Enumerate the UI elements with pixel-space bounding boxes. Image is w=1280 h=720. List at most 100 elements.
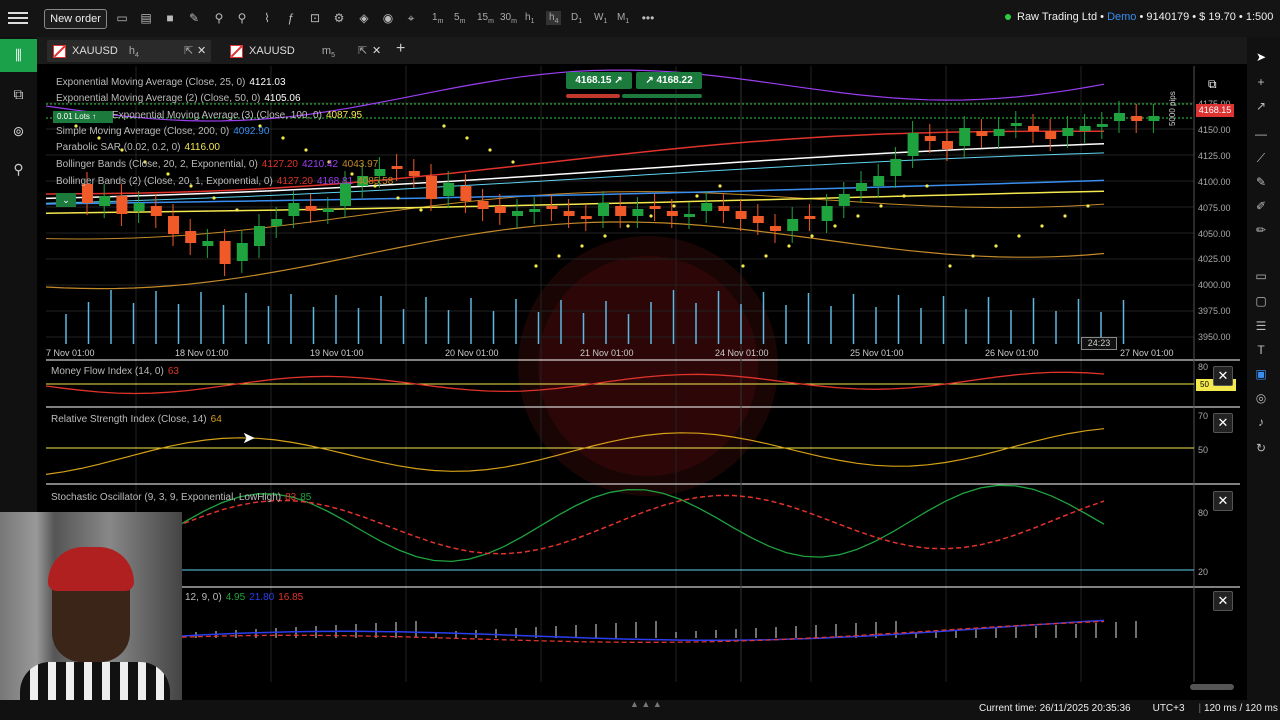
robot-icon[interactable]: ⊡ <box>307 10 323 26</box>
bollinger2-lower-line <box>46 191 1105 240</box>
watermark-inner <box>538 256 758 476</box>
fib-icon[interactable]: ☰ <box>1253 318 1269 334</box>
brush-icon[interactable]: ✐ <box>1253 198 1269 214</box>
sar-dot <box>442 124 446 128</box>
trendline-icon[interactable]: ⟋ <box>1253 150 1269 166</box>
history-icon[interactable]: ↻ <box>1253 440 1269 456</box>
candle-body <box>426 176 437 199</box>
expand-icon[interactable]: ⧉ <box>1208 77 1228 93</box>
arrow-icon[interactable]: ↗ <box>1253 98 1269 114</box>
status-text: Current time: 26/11/2025 20:35:36 UTC+3 | … <box>979 703 1278 714</box>
price-tick: 4025.00 <box>1198 254 1231 264</box>
layers-icon[interactable]: ◈ <box>356 10 372 26</box>
timeframe-m5[interactable]: 5m <box>454 11 465 25</box>
candle-body <box>1114 113 1125 121</box>
hamburger-menu-icon[interactable] <box>8 9 28 27</box>
bollinger2-legend[interactable]: Bollinger Bands (2) (Close, 20, 1, Expon… <box>56 176 393 187</box>
close-tab-icon[interactable]: ✕ <box>372 40 381 62</box>
psar-legend[interactable]: Parabolic SAR (0.02, 0.2, 0) 4116.00 <box>56 142 220 153</box>
timeframe-mn1[interactable]: M1 <box>617 11 629 25</box>
timeframe-w1[interactable]: W1 <box>594 11 607 25</box>
sar-dot <box>488 148 492 152</box>
documents-icon[interactable]: ⧉ <box>10 86 27 103</box>
detach-icon[interactable]: ⇱ <box>184 40 193 62</box>
image-icon[interactable]: ▣ <box>1253 366 1269 382</box>
objects-icon[interactable]: ⚙ <box>331 10 347 26</box>
buy-button[interactable]: ↗ 4168.22 <box>636 72 702 89</box>
mfi-legend[interactable]: Money Flow Index (14, 0) 63 <box>51 366 179 377</box>
sar-dot <box>856 214 860 218</box>
sar-dot <box>971 254 975 258</box>
detach-icon[interactable]: ⇱ <box>358 40 367 62</box>
draw-icon[interactable]: ✎ <box>186 10 202 26</box>
candle-body <box>1096 124 1108 127</box>
timeframe-h1[interactable]: h1 <box>525 11 534 25</box>
stoch-legend[interactable]: Stochastic Oscillator (9, 3, 9, Exponent… <box>51 492 311 503</box>
zoom-out-icon[interactable]: ⚲ <box>234 10 250 26</box>
candle-body <box>632 209 644 216</box>
timeframe-d1[interactable]: D1 <box>571 11 582 25</box>
pen-icon[interactable]: ✎ <box>1253 174 1269 190</box>
tab-xauusd-m5[interactable]: XAUUSD m5 ⇱ ✕ <box>224 40 384 62</box>
crosshair-icon[interactable]: ⌖ <box>403 10 419 26</box>
sma200-legend[interactable]: Simple Moving Average (Close, 200, 0) 409… <box>56 126 269 137</box>
indicators-icon[interactable]: ⌇ <box>259 10 275 26</box>
rectangle-icon[interactable]: ▭ <box>1253 268 1269 284</box>
candle-body <box>1062 128 1074 136</box>
comment-icon[interactable]: ▢ <box>1253 293 1269 309</box>
date-tick: 24 Nov 01:00 <box>715 348 769 358</box>
camera-icon[interactable]: ◎ <box>1253 390 1269 406</box>
add-tab-icon[interactable]: + <box>396 40 405 58</box>
resize-handle-icon[interactable]: ▲ ▲ ▲ <box>630 699 662 709</box>
rsi-legend[interactable]: Relative Strength Index (Close, 14) 64 <box>51 414 222 425</box>
timeframe-m30[interactable]: 30m <box>500 11 517 25</box>
close-rsi-icon[interactable]: ✕ <box>1213 413 1233 433</box>
more-icon[interactable]: ••• <box>640 10 656 26</box>
date-tick: 26 Nov 01:00 <box>985 348 1039 358</box>
eye-icon[interactable]: ◉ <box>380 10 396 26</box>
ema50-legend[interactable]: Exponential Moving Average (2) (Close, 5… <box>56 93 301 104</box>
lots-badge[interactable]: 0.01 Lots ↑ <box>53 111 113 123</box>
zoom-in-icon[interactable]: ⚲ <box>211 10 227 26</box>
close-stoch-icon[interactable]: ✕ <box>1213 491 1233 511</box>
collapse-legend-icon[interactable]: ⌄ <box>56 193 76 207</box>
robot-icon[interactable]: ⊚ <box>10 123 27 140</box>
horizontal-scrollbar[interactable] <box>1190 684 1234 690</box>
search-icon[interactable]: ⚲ <box>10 161 27 178</box>
date-tick: 18 Nov 01:00 <box>175 348 229 358</box>
candle-body <box>735 211 747 219</box>
sell-arrow-icon: ↗ <box>614 75 623 86</box>
timeframe-m1[interactable]: 1m <box>432 11 443 25</box>
pencil-icon[interactable]: ✏ <box>1253 222 1269 238</box>
crosshair-icon[interactable]: + <box>1253 74 1269 90</box>
sar-dot <box>1086 204 1090 208</box>
layout-icon[interactable]: ▤ <box>138 10 154 26</box>
candle-body <box>752 216 764 223</box>
ema100-legend[interactable]: Exponential Moving Average (3) (Close, 1… <box>112 110 362 121</box>
functions-icon[interactable]: ƒ <box>283 10 299 26</box>
square-icon[interactable]: ■ <box>162 10 178 26</box>
timeframe-h4[interactable]: h4 <box>546 11 562 25</box>
close-tab-icon[interactable]: ✕ <box>197 40 206 62</box>
date-tick: 19 Nov 01:00 <box>310 348 364 358</box>
sar-dot <box>557 254 561 258</box>
new-order-button[interactable]: New order <box>44 9 107 29</box>
rsi-level-label: 50 <box>1198 445 1209 455</box>
close-mfi-icon[interactable]: ✕ <box>1213 366 1233 386</box>
close-macd-icon[interactable]: ✕ <box>1213 591 1233 611</box>
cursor-icon[interactable]: ➤ <box>1253 49 1269 65</box>
tab-xauusd-h4[interactable]: XAUUSD h4 ⇱ ✕ <box>47 40 211 62</box>
timeframe-m15[interactable]: 15m <box>477 11 494 25</box>
ema25-legend[interactable]: Exponential Moving Average (Close, 25, 0… <box>56 77 286 88</box>
text-icon[interactable]: T <box>1253 342 1269 358</box>
candle-body <box>563 211 575 216</box>
price-tick: 4075.00 <box>1198 203 1231 213</box>
bollinger-legend[interactable]: Bollinger Bands (Close, 20, 2, Exponenti… <box>56 159 378 170</box>
sar-dot <box>879 204 883 208</box>
macd-legend[interactable]: 12, 9, 0) 4.95 21.80 16.85 <box>185 592 303 603</box>
sell-button[interactable]: 4168.15 ↗ <box>566 72 632 89</box>
hline-icon[interactable]: — <box>1253 126 1269 142</box>
bell-icon[interactable]: ♪ <box>1253 414 1269 430</box>
chart-type-icon[interactable]: ▭ <box>114 10 130 26</box>
candle-body <box>976 131 988 136</box>
